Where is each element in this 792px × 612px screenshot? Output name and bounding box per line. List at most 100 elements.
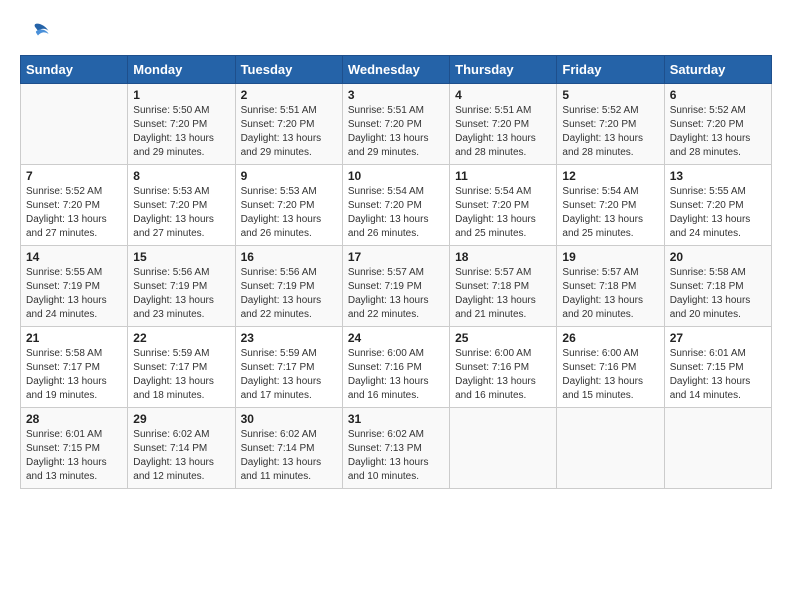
calendar-cell: 9 Sunrise: 5:53 AMSunset: 7:20 PMDaylight… bbox=[235, 165, 342, 246]
day-info: Sunrise: 5:52 AMSunset: 7:20 PMDaylight:… bbox=[670, 104, 766, 160]
day-info: Sunrise: 5:54 AMSunset: 7:20 PMDaylight:… bbox=[348, 185, 444, 241]
day-info: Sunrise: 6:02 AMSunset: 7:13 PMDaylight:… bbox=[348, 428, 444, 484]
day-number: 15 bbox=[133, 250, 229, 264]
day-number: 23 bbox=[241, 331, 337, 345]
weekday-header-row: SundayMondayTuesdayWednesdayThursdayFrid… bbox=[21, 56, 772, 84]
day-info: Sunrise: 5:50 AMSunset: 7:20 PMDaylight:… bbox=[133, 104, 229, 160]
calendar-cell: 29 Sunrise: 6:02 AMSunset: 7:14 PMDayligh… bbox=[128, 408, 235, 489]
day-number: 20 bbox=[670, 250, 766, 264]
calendar-cell: 3 Sunrise: 5:51 AMSunset: 7:20 PMDaylight… bbox=[342, 84, 449, 165]
calendar-week-4: 21Sunrise: 5:58 AMSunset: 7:17 PMDayligh… bbox=[21, 327, 772, 408]
calendar-cell: 7 Sunrise: 5:52 AMSunset: 7:20 PMDaylight… bbox=[21, 165, 128, 246]
day-number: 11 bbox=[455, 169, 551, 183]
day-number: 2 bbox=[241, 88, 337, 102]
calendar-cell: 4 Sunrise: 5:51 AMSunset: 7:20 PMDaylight… bbox=[450, 84, 557, 165]
day-info: Sunrise: 6:02 AMSunset: 7:14 PMDaylight:… bbox=[241, 428, 337, 484]
day-number: 13 bbox=[670, 169, 766, 183]
calendar-table: SundayMondayTuesdayWednesdayThursdayFrid… bbox=[20, 55, 772, 489]
day-info: Sunrise: 5:52 AMSunset: 7:20 PMDaylight:… bbox=[562, 104, 658, 160]
calendar-cell: 1 Sunrise: 5:50 AMSunset: 7:20 PMDaylight… bbox=[128, 84, 235, 165]
calendar-cell: 11 Sunrise: 5:54 AMSunset: 7:20 PMDayligh… bbox=[450, 165, 557, 246]
day-info: Sunrise: 5:51 AMSunset: 7:20 PMDaylight:… bbox=[455, 104, 551, 160]
day-number: 17 bbox=[348, 250, 444, 264]
day-number: 30 bbox=[241, 412, 337, 426]
day-number: 3 bbox=[348, 88, 444, 102]
day-number: 4 bbox=[455, 88, 551, 102]
day-number: 9 bbox=[241, 169, 337, 183]
calendar-cell: 26 Sunrise: 6:00 AMSunset: 7:16 PMDayligh… bbox=[557, 327, 664, 408]
day-number: 25 bbox=[455, 331, 551, 345]
calendar-week-5: 28 Sunrise: 6:01 AMSunset: 7:15 PMDayligh… bbox=[21, 408, 772, 489]
day-number: 6 bbox=[670, 88, 766, 102]
weekday-header-wednesday: Wednesday bbox=[342, 56, 449, 84]
day-number: 26 bbox=[562, 331, 658, 345]
weekday-header-sunday: Sunday bbox=[21, 56, 128, 84]
calendar-cell: 19Sunrise: 5:57 AMSunset: 7:18 PMDayligh… bbox=[557, 246, 664, 327]
day-number: 18 bbox=[455, 250, 551, 264]
day-info: Sunrise: 6:02 AMSunset: 7:14 PMDaylight:… bbox=[133, 428, 229, 484]
calendar-week-1: 1 Sunrise: 5:50 AMSunset: 7:20 PMDaylight… bbox=[21, 84, 772, 165]
day-info: Sunrise: 5:54 AMSunset: 7:20 PMDaylight:… bbox=[562, 185, 658, 241]
day-info: Sunrise: 5:54 AMSunset: 7:20 PMDaylight:… bbox=[455, 185, 551, 241]
calendar-week-3: 14 Sunrise: 5:55 AMSunset: 7:19 PMDayligh… bbox=[21, 246, 772, 327]
weekday-header-thursday: Thursday bbox=[450, 56, 557, 84]
day-info: Sunrise: 5:53 AMSunset: 7:20 PMDaylight:… bbox=[133, 185, 229, 241]
day-info: Sunrise: 5:51 AMSunset: 7:20 PMDaylight:… bbox=[348, 104, 444, 160]
day-number: 24 bbox=[348, 331, 444, 345]
weekday-header-friday: Friday bbox=[557, 56, 664, 84]
calendar-cell: 17 Sunrise: 5:57 AMSunset: 7:19 PMDayligh… bbox=[342, 246, 449, 327]
day-number: 16 bbox=[241, 250, 337, 264]
day-info: Sunrise: 6:00 AMSunset: 7:16 PMDaylight:… bbox=[455, 347, 551, 403]
calendar-cell: 6 Sunrise: 5:52 AMSunset: 7:20 PMDaylight… bbox=[664, 84, 771, 165]
calendar-cell bbox=[21, 84, 128, 165]
day-info: Sunrise: 5:58 AMSunset: 7:18 PMDaylight:… bbox=[670, 266, 766, 322]
calendar-cell: 10 Sunrise: 5:54 AMSunset: 7:20 PMDayligh… bbox=[342, 165, 449, 246]
day-number: 22 bbox=[133, 331, 229, 345]
day-info: Sunrise: 5:56 AMSunset: 7:19 PMDaylight:… bbox=[133, 266, 229, 322]
calendar-cell: 22 Sunrise: 5:59 AMSunset: 7:17 PMDayligh… bbox=[128, 327, 235, 408]
calendar-cell: 13 Sunrise: 5:55 AMSunset: 7:20 PMDayligh… bbox=[664, 165, 771, 246]
day-info: Sunrise: 6:00 AMSunset: 7:16 PMDaylight:… bbox=[562, 347, 658, 403]
day-number: 27 bbox=[670, 331, 766, 345]
day-info: Sunrise: 5:59 AMSunset: 7:17 PMDaylight:… bbox=[133, 347, 229, 403]
day-number: 8 bbox=[133, 169, 229, 183]
page-header bbox=[20, 20, 772, 45]
day-number: 14 bbox=[26, 250, 122, 264]
day-info: Sunrise: 6:01 AMSunset: 7:15 PMDaylight:… bbox=[670, 347, 766, 403]
calendar-week-2: 7 Sunrise: 5:52 AMSunset: 7:20 PMDaylight… bbox=[21, 165, 772, 246]
calendar-cell: 18 Sunrise: 5:57 AMSunset: 7:18 PMDayligh… bbox=[450, 246, 557, 327]
calendar-cell: 23Sunrise: 5:59 AMSunset: 7:17 PMDayligh… bbox=[235, 327, 342, 408]
weekday-header-saturday: Saturday bbox=[664, 56, 771, 84]
calendar-cell: 12Sunrise: 5:54 AMSunset: 7:20 PMDayligh… bbox=[557, 165, 664, 246]
calendar-cell: 30 Sunrise: 6:02 AMSunset: 7:14 PMDayligh… bbox=[235, 408, 342, 489]
calendar-cell: 24 Sunrise: 6:00 AMSunset: 7:16 PMDayligh… bbox=[342, 327, 449, 408]
day-info: Sunrise: 6:01 AMSunset: 7:15 PMDaylight:… bbox=[26, 428, 122, 484]
day-number: 1 bbox=[133, 88, 229, 102]
day-info: Sunrise: 5:51 AMSunset: 7:20 PMDaylight:… bbox=[241, 104, 337, 160]
day-info: Sunrise: 6:00 AMSunset: 7:16 PMDaylight:… bbox=[348, 347, 444, 403]
day-number: 10 bbox=[348, 169, 444, 183]
day-info: Sunrise: 5:55 AMSunset: 7:19 PMDaylight:… bbox=[26, 266, 122, 322]
calendar-cell: 25 Sunrise: 6:00 AMSunset: 7:16 PMDayligh… bbox=[450, 327, 557, 408]
day-info: Sunrise: 5:52 AMSunset: 7:20 PMDaylight:… bbox=[26, 185, 122, 241]
calendar-cell: 14 Sunrise: 5:55 AMSunset: 7:19 PMDayligh… bbox=[21, 246, 128, 327]
weekday-header-tuesday: Tuesday bbox=[235, 56, 342, 84]
day-info: Sunrise: 5:55 AMSunset: 7:20 PMDaylight:… bbox=[670, 185, 766, 241]
day-number: 7 bbox=[26, 169, 122, 183]
day-number: 19 bbox=[562, 250, 658, 264]
weekday-header-monday: Monday bbox=[128, 56, 235, 84]
day-info: Sunrise: 5:53 AMSunset: 7:20 PMDaylight:… bbox=[241, 185, 337, 241]
logo bbox=[20, 20, 54, 45]
logo-bird-icon bbox=[20, 20, 50, 45]
day-number: 5 bbox=[562, 88, 658, 102]
calendar-cell: 2 Sunrise: 5:51 AMSunset: 7:20 PMDaylight… bbox=[235, 84, 342, 165]
day-info: Sunrise: 5:57 AMSunset: 7:18 PMDaylight:… bbox=[455, 266, 551, 322]
calendar-cell: 5 Sunrise: 5:52 AMSunset: 7:20 PMDaylight… bbox=[557, 84, 664, 165]
calendar-cell: 16Sunrise: 5:56 AMSunset: 7:19 PMDayligh… bbox=[235, 246, 342, 327]
day-number: 28 bbox=[26, 412, 122, 426]
calendar-cell bbox=[450, 408, 557, 489]
calendar-cell: 27 Sunrise: 6:01 AMSunset: 7:15 PMDayligh… bbox=[664, 327, 771, 408]
day-number: 29 bbox=[133, 412, 229, 426]
calendar-cell: 15 Sunrise: 5:56 AMSunset: 7:19 PMDayligh… bbox=[128, 246, 235, 327]
day-info: Sunrise: 5:57 AMSunset: 7:19 PMDaylight:… bbox=[348, 266, 444, 322]
